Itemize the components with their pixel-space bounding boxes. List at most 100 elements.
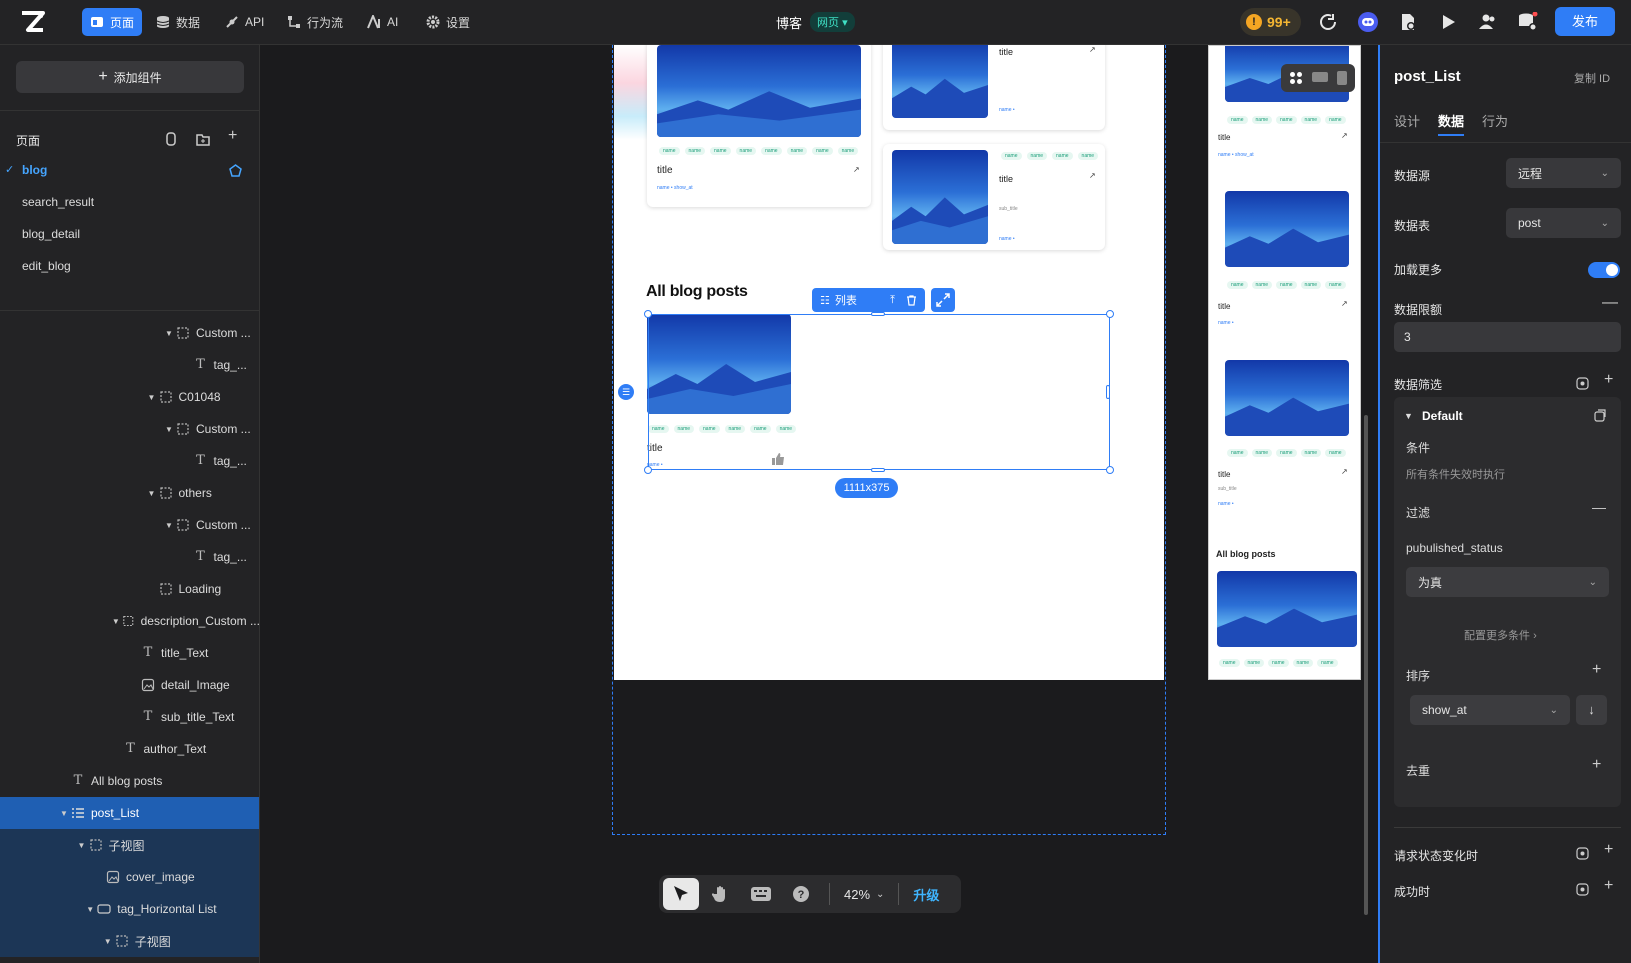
page-item-edit-blog[interactable]: edit_blog [22,259,71,273]
add-event-icon[interactable]: + [1604,877,1613,895]
refresh-icon[interactable] [1318,12,1338,32]
resize-handle[interactable] [1106,466,1114,474]
upgrade-button[interactable]: 升级 [913,885,939,904]
add-component-button[interactable]: + 添加组件 [16,61,244,93]
zoom-level[interactable]: 42% [844,887,870,902]
nav-settings-tab[interactable]: 设置 [418,8,478,36]
design-canvas[interactable]: name name name name name name name name title ↗… [260,45,1378,963]
add-dedupe-icon[interactable]: + [1592,756,1601,774]
select-tool[interactable] [663,878,699,910]
resize-handle[interactable] [644,310,652,318]
users-icon[interactable] [1478,12,1498,32]
load-more-toggle[interactable] [1588,262,1620,278]
layer-tree-row[interactable]: ▼ Custom ... [0,413,259,445]
add-folder-icon[interactable] [196,132,210,146]
app-title[interactable]: 博客 网页 ▾ [776,12,855,32]
help-tool[interactable]: ? [783,878,819,910]
nav-ai-tab[interactable]: AI [359,8,406,36]
mobile-icon[interactable] [1336,71,1347,85]
caret-down-icon[interactable]: ▼ [162,521,176,530]
chevron-down-icon[interactable]: ⌄ [876,889,884,900]
list-layout-icon[interactable]: ☰ [618,384,634,400]
more-conditions-link[interactable]: 配置更多条件 › [1464,627,1537,643]
layer-tree-row[interactable]: ▼ post_List [0,797,259,829]
limit-input[interactable]: 3 [1394,322,1621,352]
datasource-select[interactable]: 远程 ⌄ [1506,158,1621,188]
layer-tree-row[interactable]: Tsub_title_Text [0,701,259,733]
canvas-scrollbar[interactable] [1364,415,1368,915]
layer-tree-row[interactable]: Ttag_... [0,541,259,573]
layer-tree-row[interactable]: ▼ C01048 [0,381,259,413]
add-filter-icon[interactable]: + [1604,371,1613,389]
expand-button[interactable] [931,288,955,312]
featured-post-card[interactable]: name name name name name name name name title ↗… [647,45,871,207]
caret-down-icon[interactable]: ▼ [1404,411,1413,421]
sort-field-select[interactable]: show_at ⌄ [1410,695,1570,725]
app-logo-icon[interactable] [20,10,46,34]
layer-tree-row[interactable]: ▼ others [0,477,259,509]
nav-pages-tab[interactable]: 页面 [82,8,143,36]
resize-handle-bottom[interactable] [871,468,885,472]
layer-tree-row[interactable]: ▼ 子视图 [0,925,259,957]
document-settings-icon[interactable] [1398,12,1418,32]
copy-id-button[interactable]: 复制 ID [1574,70,1610,86]
caret-down-icon[interactable]: ▼ [75,841,89,850]
layer-tree-row[interactable]: ▼ description_Custom ... [0,605,259,637]
layer-tree-row[interactable]: Ttag_... [0,349,259,381]
home-icon[interactable] [229,164,242,177]
warning-badge[interactable]: ! 99+ [1240,8,1301,36]
add-sort-icon[interactable]: + [1592,661,1601,679]
mobile-preview[interactable]: name name name name name title ↗ name • show… [1208,45,1361,680]
layer-tree-row[interactable]: Ttag_... [0,445,259,477]
database-settings-icon[interactable] [1518,12,1538,32]
post-card[interactable]: title ↗ name • [883,45,1105,130]
resize-handle[interactable] [1106,310,1114,318]
hand-tool[interactable] [703,878,739,910]
layer-tree-row[interactable]: detail_Image [0,669,259,701]
variable-icon[interactable] [1576,883,1589,896]
play-icon[interactable] [1438,12,1458,32]
trash-icon[interactable] [906,294,917,306]
caret-down-icon[interactable]: ▼ [57,809,71,818]
add-event-icon[interactable]: + [1604,841,1613,859]
layer-tree-row[interactable]: ▼ tag_Horizontal List [0,893,259,925]
device-switcher[interactable] [1281,64,1355,92]
add-page-icon[interactable]: + [228,127,237,145]
page-item-blog[interactable]: blog [22,163,47,177]
tab-behavior[interactable]: 行为 [1482,111,1508,130]
tab-design[interactable]: 设计 [1394,111,1420,130]
keyboard-tool[interactable] [743,878,779,910]
nav-flow-tab[interactable]: 行为流 [279,8,351,36]
list-toolbar[interactable]: ☷ 列表 ⤒ [812,288,925,312]
layer-tree-row[interactable]: ▼ Custom ... [0,317,259,349]
move-to-top-icon[interactable]: ⤒ [890,294,895,307]
grid-icon[interactable] [1289,71,1303,85]
resize-handle[interactable] [644,466,652,474]
layer-tree-row[interactable]: ▼ 子视图 [0,829,259,861]
layer-tree-row[interactable]: ▼ Custom ... [0,509,259,541]
post-card[interactable]: name name name name title ↗ sub_title name … [883,144,1105,250]
assistant-icon[interactable] [1358,12,1378,32]
caret-down-icon[interactable]: ▼ [162,425,176,434]
caret-down-icon[interactable]: ▼ [162,329,176,338]
nav-data-tab[interactable]: 数据 [148,8,208,36]
table-select[interactable]: post ⌄ [1506,208,1621,238]
selection-box[interactable] [648,314,1110,470]
caret-down-icon[interactable]: ▼ [101,937,115,946]
sort-direction-button[interactable]: ↓ [1576,695,1607,725]
page-item-blog-detail[interactable]: blog_detail [22,227,80,241]
filter-operator-select[interactable]: 为真 ⌄ [1406,567,1609,597]
caret-down-icon[interactable]: ▼ [110,617,123,626]
page-item-search-result[interactable]: search_result [22,195,94,209]
tab-data[interactable]: 数据 [1438,111,1465,136]
caret-down-icon[interactable]: ▼ [83,905,97,914]
minus-icon[interactable]: — [1592,499,1606,515]
app-type-badge[interactable]: 网页 ▾ [810,12,855,32]
copy-icon[interactable] [1594,409,1607,422]
layer-tree-row[interactable]: Ttitle_Text [0,637,259,669]
layer-tree-row[interactable]: Loading [0,573,259,605]
layer-tree-row[interactable]: cover_image [0,861,259,893]
resize-handle-right[interactable] [1106,385,1110,399]
variable-icon[interactable] [1576,377,1589,390]
nav-api-tab[interactable]: API [217,8,272,36]
